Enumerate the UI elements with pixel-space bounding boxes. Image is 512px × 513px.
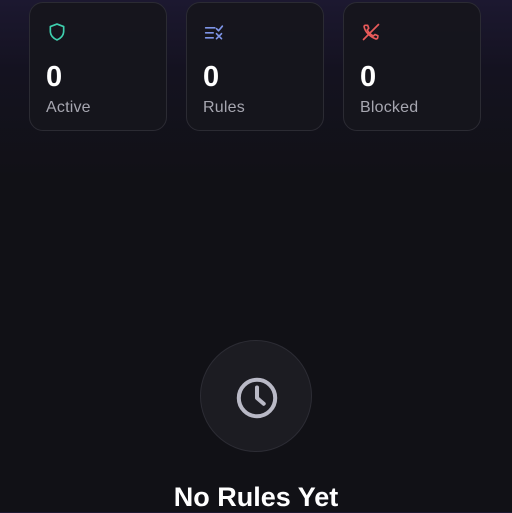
rules-count: 0 [203, 61, 220, 93]
empty-state-title: No Rules Yet [173, 482, 339, 512]
clock-icon [236, 377, 278, 419]
rules-label: Rules [203, 99, 245, 116]
blocked-count: 0 [360, 61, 377, 93]
stat-card-blocked: 0 Blocked [343, 2, 481, 131]
shield-icon [47, 22, 67, 42]
blocked-label: Blocked [360, 99, 419, 116]
active-count: 0 [46, 61, 63, 93]
active-label: Active [46, 99, 91, 116]
stats-row: 0 Active 0 Rules 0 Blocked [29, 2, 481, 131]
stat-card-rules: 0 Rules [186, 2, 324, 131]
blocked-call-icon [361, 22, 381, 42]
stat-card-active: 0 Active [29, 2, 167, 131]
empty-state-icon-circle [200, 340, 312, 452]
rules-list-icon [204, 22, 224, 42]
